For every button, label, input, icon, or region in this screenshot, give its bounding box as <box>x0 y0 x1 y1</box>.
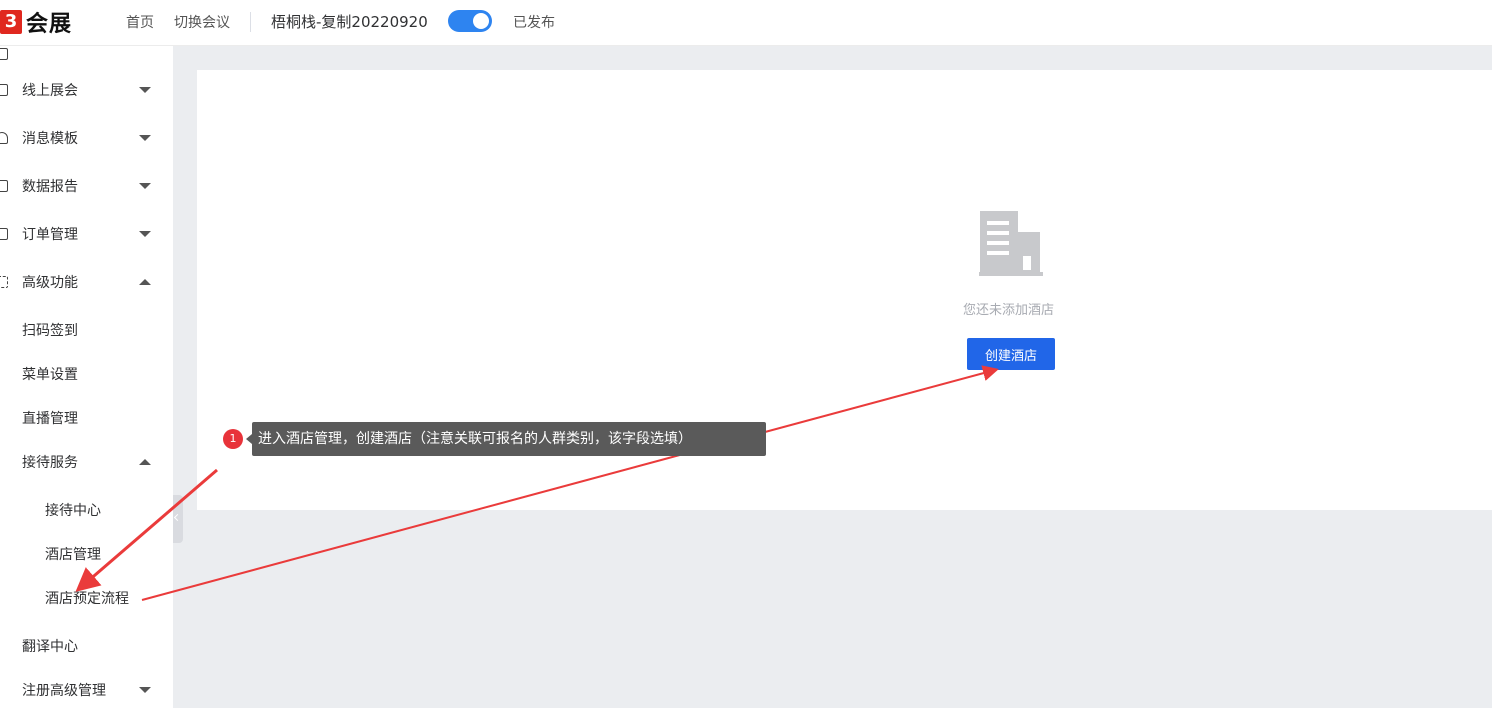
sidebar-item-hotel-booking-flow[interactable]: 酒店预定流程 <box>0 578 173 618</box>
toggle-knob <box>473 13 489 29</box>
menu-icon <box>0 48 8 60</box>
sidebar-item-hotel-management[interactable]: 酒店管理 <box>0 534 173 574</box>
report-icon <box>0 180 8 192</box>
publish-status: 已发布 <box>513 15 555 31</box>
chevron-down-icon <box>139 183 151 189</box>
chevron-up-icon <box>139 279 151 285</box>
conference-title: 梧桐栈-复制20220920 <box>271 13 428 31</box>
sidebar-item-label: 酒店管理 <box>45 547 101 563</box>
sidebar-item-message-templates[interactable]: 消息模板 <box>0 118 173 158</box>
publish-toggle[interactable] <box>448 10 492 32</box>
nav-divider <box>250 12 251 32</box>
nav-switch-conference-link[interactable]: 切换会议 <box>174 12 230 32</box>
sidebar-item-data-report[interactable]: 数据报告 <box>0 166 173 206</box>
sidebar-item-label: 酒店预定流程 <box>45 591 129 607</box>
sidebar-collapse-handle[interactable] <box>173 495 183 543</box>
chevron-down-icon <box>139 687 151 693</box>
chevron-down-icon <box>139 135 151 141</box>
logo-mark: 3 <box>0 10 22 34</box>
bell-icon <box>0 132 8 144</box>
sidebar-item-label: 菜单设置 <box>22 367 78 383</box>
sidebar-item-qr-checkin[interactable]: 扫码签到 <box>0 310 173 350</box>
sidebar-item-label: 订单管理 <box>22 227 78 243</box>
chevron-down-icon <box>139 87 151 93</box>
sidebar-item-label: 接待服务 <box>22 455 78 471</box>
empty-state-text: 您还未添加酒店 <box>963 303 1055 318</box>
grid-icon <box>0 276 8 288</box>
monitor-icon <box>0 84 8 96</box>
sidebar-item-label: 数据报告 <box>22 179 78 195</box>
sidebar-item-live-management[interactable]: 直播管理 <box>0 398 173 438</box>
sidebar-item-label: 注册高级管理 <box>22 683 106 699</box>
sidebar-item-online-expo[interactable]: 线上展会 <box>0 70 173 110</box>
sidebar-item-label: 消息模板 <box>22 131 78 147</box>
sidebar-item-reception-center[interactable]: 接待中心 <box>0 490 173 530</box>
sidebar-item-translation-center[interactable]: 翻译中心 <box>0 626 173 666</box>
sidebar-item-advanced-features[interactable]: 高级功能 <box>0 262 173 302</box>
logo-text: 会展 <box>26 12 73 37</box>
sidebar-item-label: 直播管理 <box>22 411 78 427</box>
top-bar: 3 会展 首页 切换会议 梧桐栈-复制20220920 已发布 <box>0 0 1492 46</box>
sidebar-item-registration-advanced[interactable]: 注册高级管理 <box>0 670 173 708</box>
sidebar-item-reception-service[interactable]: 接待服务 <box>0 442 173 482</box>
order-icon <box>0 228 8 240</box>
annotation-tooltip: 进入酒店管理，创建酒店（注意关联可报名的人群类别，该字段选填） <box>246 422 766 456</box>
sidebar-item-label: 扫码签到 <box>22 323 78 339</box>
sidebar-item-order-management[interactable]: 订单管理 <box>0 214 173 254</box>
logo[interactable]: 3 会展 <box>0 8 73 37</box>
sidebar-item-menu-settings[interactable]: 菜单设置 <box>0 354 173 394</box>
sidebar-item-label: 线上展会 <box>22 83 78 99</box>
sidebar-item-label: 接待中心 <box>45 503 101 519</box>
sidebar-item-label: 高级功能 <box>22 275 78 291</box>
step-badge: 1 <box>223 429 243 449</box>
sidebar: 线上展会 消息模板 数据报告 订单管理 高级功能 扫码签到 菜单设置 直播管理 … <box>0 46 173 708</box>
building-icon <box>979 211 1043 276</box>
chevron-up-icon <box>139 459 151 465</box>
nav-home-link[interactable]: 首页 <box>126 12 154 32</box>
create-hotel-button[interactable]: 创建酒店 <box>967 338 1055 370</box>
chevron-down-icon <box>139 231 151 237</box>
sidebar-item-label: 翻译中心 <box>22 639 78 655</box>
